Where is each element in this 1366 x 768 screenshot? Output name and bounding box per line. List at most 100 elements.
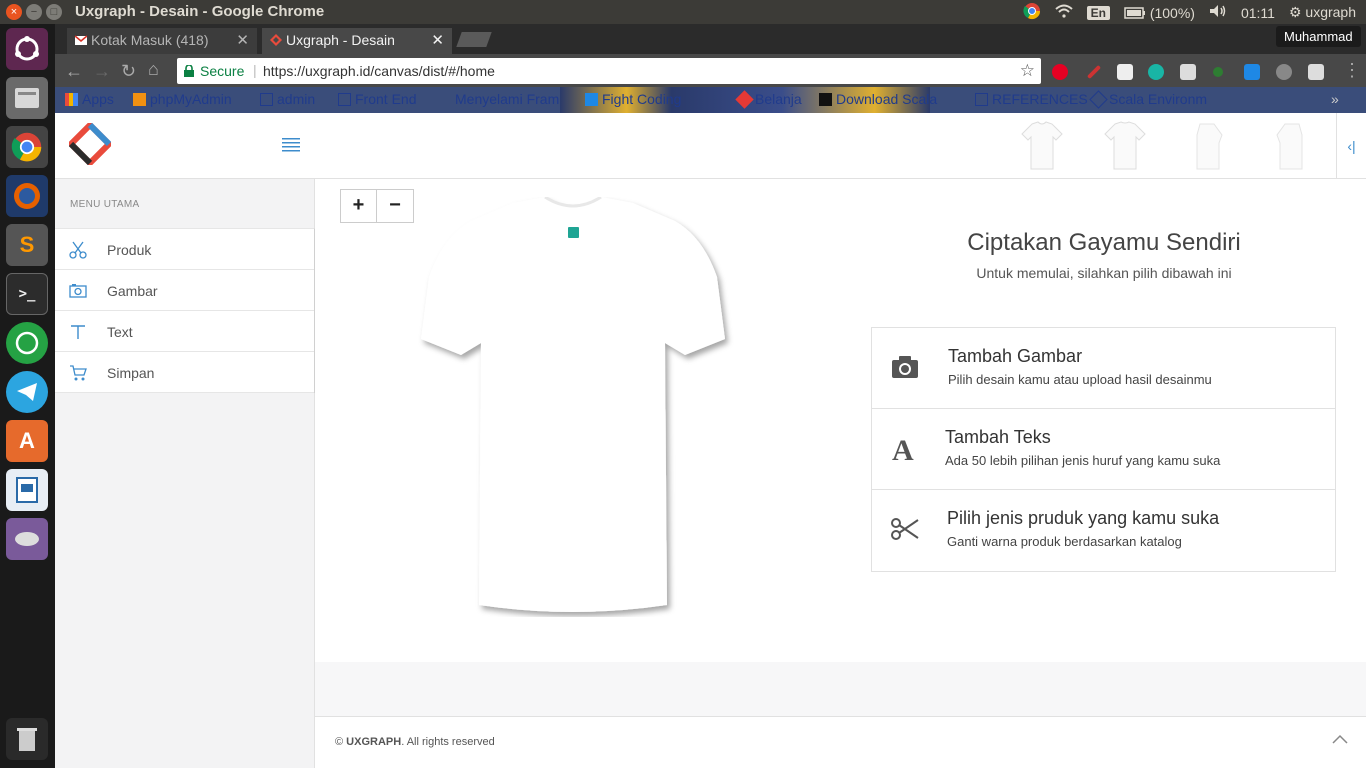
pinterest-icon[interactable] [1052, 64, 1068, 80]
wifi-icon[interactable] [1054, 4, 1073, 21]
main-menu: Produk Gambar Text Simpan [55, 228, 315, 393]
svg-text:A: A [892, 434, 914, 463]
screenshot-extension-icon[interactable] [1180, 64, 1196, 80]
content-bottom-band [315, 662, 1366, 716]
browser-tab-bar: Kotak Masuk (418) ✕ Uxgraph - Desain ✕ [55, 24, 1366, 54]
hero-subtitle: Untuk memulai, silahkan pilih dibawah in… [976, 265, 1232, 281]
zoom-in-button[interactable]: + [340, 189, 377, 223]
globe-extension-icon[interactable] [1276, 64, 1292, 80]
option-tambah-gambar[interactable]: Tambah Gambar Pilih desain kamu atau upl… [872, 328, 1335, 409]
camera-icon [892, 356, 918, 378]
bookmark-front-end[interactable]: Front End [338, 91, 416, 107]
chevron-left-icon: ‹| [1347, 138, 1356, 154]
belanja-icon [735, 90, 754, 109]
terminal-icon[interactable]: >_ [6, 273, 48, 315]
chevron-up-icon[interactable] [1332, 731, 1348, 747]
window-minimize-button[interactable]: − [26, 4, 42, 20]
sublime-text-icon[interactable]: S [6, 224, 48, 266]
telegram-icon[interactable] [6, 371, 48, 413]
bookmark-fight-coding[interactable]: Fight Coding [585, 91, 681, 107]
chrome-menu-icon[interactable]: ⋮ [1343, 60, 1361, 81]
sidebar-item-produk[interactable]: Produk [55, 229, 314, 270]
sidebar-item-text[interactable]: Text [55, 311, 314, 352]
chrome-tray-icon[interactable] [1023, 2, 1041, 23]
option-tambah-teks[interactable]: A Tambah Teks Ada 50 lebih pilihan jenis… [872, 409, 1335, 490]
bookmark-admin[interactable]: admin [260, 91, 315, 107]
collapse-panel-button[interactable]: ‹| [1336, 113, 1366, 179]
bookmarks-bar: Apps phpMyAdmin admin Front End Menyelam… [55, 87, 1366, 113]
tshirt-canvas-image[interactable] [385, 197, 765, 617]
status-extension-icon[interactable] [1213, 67, 1223, 77]
new-tab-button[interactable] [456, 32, 492, 47]
scissors-icon [69, 241, 87, 259]
bookmark-belanja[interactable]: Belanja [735, 90, 802, 109]
files-icon[interactable] [6, 77, 48, 119]
tshirt-left-thumbnail[interactable] [1186, 121, 1230, 171]
incognito-extension-icon[interactable] [1308, 64, 1324, 80]
forward-arrow-icon[interactable]: → [93, 61, 111, 82]
uxgraph-logo-icon[interactable] [69, 123, 111, 165]
design-canvas: + − Ciptakan Gayamu Sendiri Untuk memula… [315, 179, 1366, 662]
session-menu[interactable]: ⚙ uxgraph [1289, 4, 1356, 21]
text-icon [71, 325, 85, 339]
system-indicators: En (100%) 01:11 ⚙ uxgraph [1023, 2, 1356, 23]
tab-uxgraph[interactable]: Uxgraph - Desain ✕ [262, 28, 452, 54]
more-bookmarks-icon[interactable]: » [1331, 91, 1339, 107]
tshirt-back-thumbnail[interactable] [1103, 121, 1147, 171]
volume-icon[interactable] [1209, 4, 1227, 21]
bookmark-phpmyadmin[interactable]: phpMyAdmin [133, 91, 232, 107]
web-page: MENU UTAMA Produk Gambar Text Simpan ‹| … [55, 113, 1366, 768]
option-title: Pilih jenis pruduk yang kamu suka [947, 508, 1220, 528]
fight-coding-icon [585, 93, 598, 106]
bookmark-references[interactable]: REFERENCES [975, 91, 1088, 107]
url-text[interactable]: https://uxgraph.id/canvas/dist/#/home [263, 63, 495, 79]
battery-indicator[interactable]: (100%) [1124, 5, 1195, 21]
chrome-launcher-icon[interactable] [6, 126, 48, 168]
option-description: Pilih desain kamu atau upload hasil desa… [948, 372, 1212, 387]
back-arrow-icon[interactable]: ← [65, 61, 83, 82]
apps-grid-icon [65, 93, 78, 106]
page-icon [338, 93, 351, 106]
sidebar-item-label: Gambar [107, 283, 158, 299]
window-maximize-button[interactable]: □ [46, 4, 62, 20]
home-icon[interactable]: ⌂ [148, 59, 159, 80]
s-extension-icon[interactable] [1244, 64, 1260, 80]
bookmark-apps[interactable]: Apps [65, 91, 114, 107]
hamburger-menu-icon[interactable] [282, 138, 300, 152]
close-icon[interactable]: ✕ [236, 31, 249, 49]
software-center-icon[interactable]: A [6, 420, 48, 462]
bookmark-star-icon[interactable]: ☆ [1020, 61, 1035, 81]
font-icon: A [892, 434, 914, 463]
page-footer: © UXGRAPH. All rights reserved [315, 716, 1366, 768]
option-pilih-produk[interactable]: Pilih jenis pruduk yang kamu suka Ganti … [872, 490, 1335, 571]
disk-icon[interactable] [6, 518, 48, 560]
close-icon[interactable]: ✕ [431, 31, 444, 49]
folder-icon [975, 93, 988, 106]
sidebar-item-gambar[interactable]: Gambar [55, 270, 314, 311]
tshirt-right-thumbnail[interactable] [1269, 121, 1313, 171]
reload-icon[interactable]: ↻ [121, 61, 136, 82]
keyboard-layout-indicator[interactable]: En [1086, 5, 1110, 20]
bookmark-scala-environment[interactable]: Scala Environm [1089, 90, 1207, 109]
printer-extension-icon[interactable] [1117, 64, 1133, 80]
secure-indicator[interactable]: Secure [184, 63, 244, 79]
document-viewer-icon[interactable] [6, 469, 48, 511]
whatsapp-icon[interactable] [6, 322, 48, 364]
tshirt-front-thumbnail[interactable] [1020, 121, 1064, 171]
sidebar-item-simpan[interactable]: Simpan [55, 352, 314, 393]
tab-label: Uxgraph - Desain [286, 32, 395, 48]
trash-icon[interactable] [6, 718, 48, 760]
mendeley-icon[interactable] [1148, 64, 1164, 80]
address-bar[interactable]: Secure | https://uxgraph.id/canvas/dist/… [177, 58, 1041, 84]
ubuntu-dash-icon[interactable] [6, 28, 48, 70]
lock-icon [184, 64, 194, 77]
firefox-icon[interactable] [6, 175, 48, 217]
profile-name-chip[interactable]: Muhammad [1276, 26, 1361, 47]
sidebar-item-label: Text [107, 324, 133, 340]
clock[interactable]: 01:11 [1241, 5, 1275, 21]
tab-gmail[interactable]: Kotak Masuk (418) ✕ [67, 28, 257, 54]
bookmark-menyelami[interactable]: Menyelami Fram [455, 91, 559, 107]
product-view-bar [315, 113, 1366, 179]
bookmark-download-scala[interactable]: Download Scala [819, 91, 937, 107]
window-close-button[interactable]: × [6, 4, 22, 20]
